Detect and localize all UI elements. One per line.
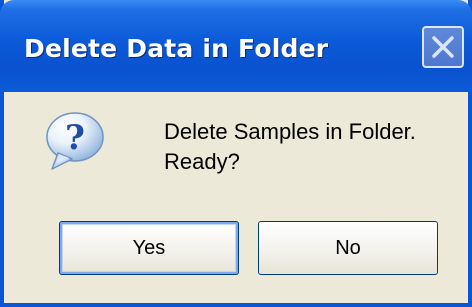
dialog-body: ? Delete Samples in Folder. Ready? Yes N…	[4, 92, 468, 303]
yes-button-label: Yes	[132, 236, 166, 259]
yes-button[interactable]: Yes	[59, 221, 239, 275]
no-button-label: No	[335, 236, 361, 259]
question-icon: ?	[46, 112, 104, 170]
no-button[interactable]: No	[258, 221, 438, 275]
dialog-message: Delete Samples in Folder. Ready?	[164, 119, 416, 174]
dialog-title: Delete Data in Folder	[24, 34, 329, 63]
dialog-window: Delete Data in Folder ? Delete Samples i…	[0, 0, 472, 307]
svg-text:?: ?	[65, 118, 85, 158]
close-button[interactable]	[422, 26, 464, 68]
close-icon	[432, 36, 454, 58]
title-bar[interactable]: Delete Data in Folder	[0, 0, 472, 92]
